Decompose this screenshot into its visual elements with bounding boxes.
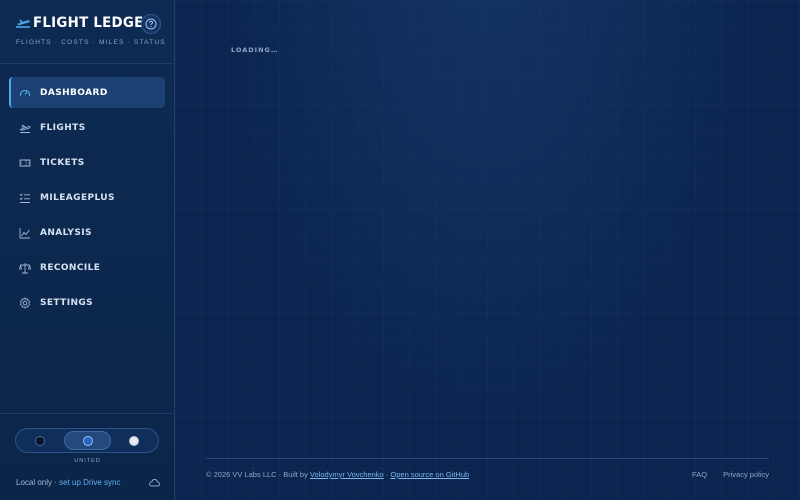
nav-label-dashboard: DASHBOARD — [40, 87, 108, 98]
theme-option-united[interactable] — [64, 431, 111, 450]
nav-item-mileageplus[interactable]: MILEAGEPLUS — [9, 182, 165, 213]
checklist-icon — [19, 193, 30, 203]
plane-icon — [19, 124, 31, 133]
theme-option-dark[interactable] — [18, 431, 62, 450]
brand-header: FLIGHT LEDGER FLIGHTS · COSTS · MILES · … — [0, 0, 174, 64]
main-nav: DASHBOARD FLIGHTS TICKETS MILEAGEPLUS AN… — [9, 77, 165, 322]
theme-label: UNITED — [74, 458, 101, 464]
github-link[interactable]: Open source on GitHub — [390, 470, 469, 479]
faq-link[interactable]: FAQ — [692, 470, 707, 479]
cloud-icon[interactable] — [149, 478, 160, 487]
gauge-icon — [19, 89, 31, 96]
app-subtitle: FLIGHTS · COSTS · MILES · STATUS — [16, 39, 166, 46]
sidebar-footer: UNITED Local only · set up Drive sync — [0, 413, 175, 500]
privacy-link[interactable]: Privacy policy — [723, 470, 769, 479]
main-content: LOADING… © 2026 VV Labs LLC · Built by V… — [175, 0, 800, 500]
nav-label-mileageplus: MILEAGEPLUS — [40, 192, 115, 203]
theme-dot-dark — [35, 435, 45, 446]
sync-status-text: Local only · — [16, 478, 60, 487]
app-root: FLIGHT LEDGER FLIGHTS · COSTS · MILES · … — [0, 0, 800, 500]
page-footer: © 2026 VV Labs LLC · Built by Volodymyr … — [206, 458, 769, 488]
nav-label-analysis: ANALYSIS — [40, 227, 92, 238]
footer-copyright: © 2026 VV Labs LLC · Built by — [206, 470, 310, 479]
sync-status: Local only · set up Drive sync — [16, 478, 121, 487]
ticket-icon — [19, 159, 31, 166]
footer-links: FAQ Privacy policy — [678, 470, 769, 479]
scale-icon — [19, 262, 31, 273]
nav-item-flights[interactable]: FLIGHTS — [9, 112, 165, 143]
plane-takeoff-icon — [16, 19, 30, 28]
nav-item-reconcile[interactable]: RECONCILE — [9, 252, 165, 283]
author-link[interactable]: Volodymyr Vovchenko — [310, 470, 384, 479]
theme-option-light[interactable] — [112, 431, 156, 450]
nav-label-reconcile: RECONCILE — [40, 262, 101, 273]
theme-switcher — [15, 428, 159, 453]
nav-label-flights: FLIGHTS — [40, 122, 86, 133]
footer-credits: © 2026 VV Labs LLC · Built by Volodymyr … — [206, 470, 469, 479]
nav-item-dashboard[interactable]: DASHBOARD — [9, 77, 165, 108]
line-chart-icon — [19, 227, 30, 238]
help-button[interactable] — [141, 14, 161, 34]
drive-sync-link[interactable]: set up Drive sync — [59, 478, 120, 487]
nav-item-settings[interactable]: SETTINGS — [9, 287, 165, 318]
nav-item-analysis[interactable]: ANALYSIS — [9, 217, 165, 248]
gear-icon — [19, 296, 31, 309]
theme-dot-united — [82, 435, 93, 446]
sidebar: FLIGHT LEDGER FLIGHTS · COSTS · MILES · … — [0, 0, 175, 500]
theme-dot-light — [129, 435, 139, 446]
nav-label-settings: SETTINGS — [40, 297, 94, 308]
nav-item-tickets[interactable]: TICKETS — [9, 147, 165, 178]
loading-indicator: LOADING… — [231, 46, 279, 54]
app-title: FLIGHT LEDGER — [33, 15, 155, 31]
help-circle-icon — [145, 18, 157, 30]
nav-label-tickets: TICKETS — [40, 157, 85, 168]
